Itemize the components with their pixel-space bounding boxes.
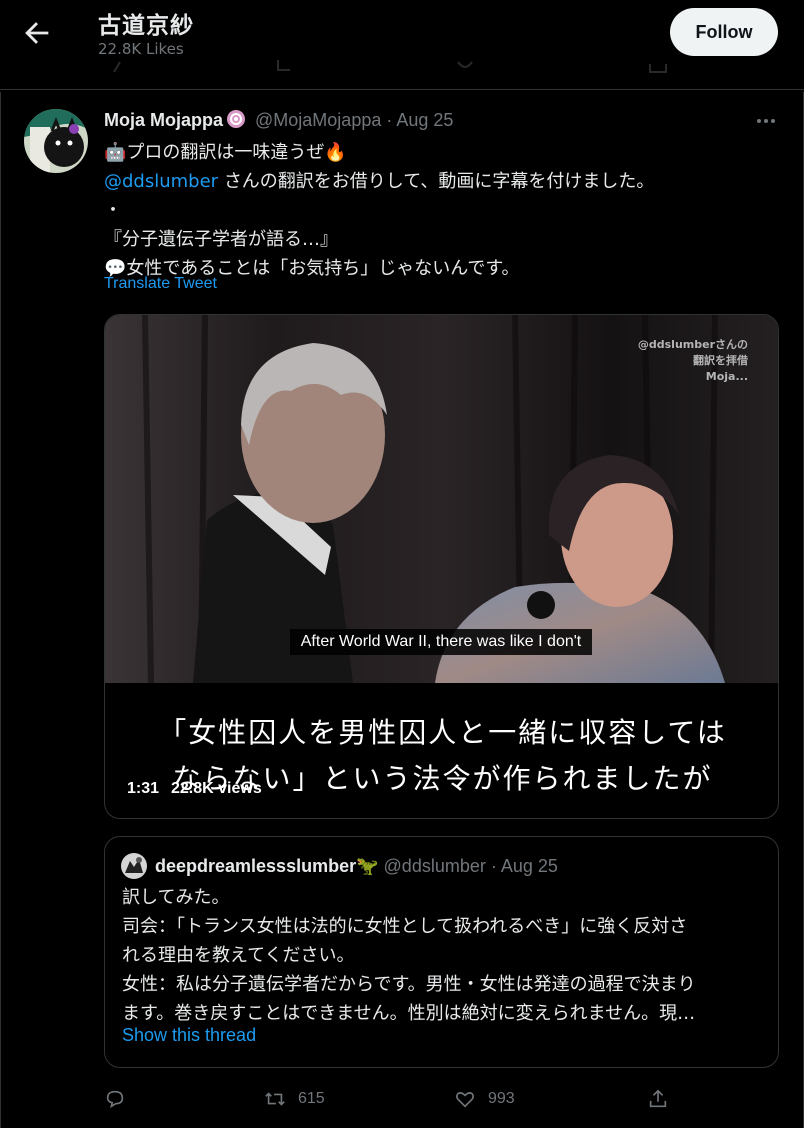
display-name[interactable]: Moja Mojappa — [104, 110, 223, 130]
separator-dot: · — [381, 110, 397, 130]
reply-button[interactable] — [104, 1084, 126, 1114]
tweet-date[interactable]: Aug 25 — [396, 110, 453, 130]
likes-count: 22.8K Likes — [98, 40, 184, 58]
quote-line: 訳してみた。 — [122, 887, 230, 908]
tweet-line: 『分子遺伝子学者が語る…』 — [104, 229, 338, 250]
retweet-button[interactable]: 615 — [264, 1084, 325, 1114]
heart-icon — [456, 1092, 474, 1108]
tweet-line-text: さんの翻訳をお借りして、動画に字幕を付けました。 — [223, 171, 655, 192]
quote-text: 訳してみた。 司会：「トランス女性は法的に女性として扱われるべき」に強く反対さ … — [122, 883, 772, 1028]
follow-button[interactable]: Follow — [670, 8, 778, 56]
like-count: 993 — [488, 1090, 515, 1107]
share-button[interactable] — [647, 1084, 669, 1114]
retweet-icon — [265, 1092, 285, 1106]
tweet-line: 🤖プロの翻訳は一味違うぜ🔥 — [104, 142, 347, 163]
quote-line: 司会：「トランス女性は法的に女性として扱われるべき」に強く反対さ — [122, 916, 688, 937]
reply-icon — [113, 61, 121, 73]
quote-line: ます。巻き戻すことはできません。性別は絶対に変えられません。現… — [122, 1003, 696, 1024]
quote-date[interactable]: Aug 25 — [501, 856, 558, 876]
reply-icon — [106, 1090, 124, 1109]
subtitle-line: 「女性囚人を男性囚人と一緒に収容しては — [158, 716, 727, 749]
tweet-actions: 615 993 — [104, 1084, 779, 1114]
watermark-line: 翻訳を拝借 — [693, 354, 748, 367]
profile-header: 古道京紗 22.8K Likes Follow — [0, 0, 804, 90]
video-player[interactable]: @ddslumberさんの 翻訳を拝借 Moja... After World … — [104, 314, 779, 819]
retweet-count: 615 — [298, 1090, 325, 1107]
video-views: 22.8K views — [171, 780, 262, 797]
user-handle[interactable]: @MojaMojappa — [255, 110, 381, 130]
watermark-line: @ddslumberさんの — [637, 338, 748, 351]
quote-display-name[interactable]: deepdreamlessslumber🦖 — [155, 856, 379, 876]
share-icon — [649, 64, 667, 73]
tweet-line: @ddslumber さんの翻訳をお借りして、動画に字幕を付けました。 — [104, 167, 784, 196]
retweet-icon — [277, 60, 290, 71]
quote-line: 女性：私は分子遺伝学者だからです。男性・女性は発達の過程で決まり — [122, 974, 696, 995]
share-icon — [649, 1089, 667, 1108]
show-thread-link[interactable]: Show this thread — [122, 1025, 256, 1046]
back-arrow-icon[interactable] — [20, 16, 54, 50]
tweet-text: 🤖プロの翻訳は一味違うぜ🔥 @ddslumber さんの翻訳をお借りして、動画に… — [104, 138, 784, 283]
quoted-tweet[interactable]: deepdreamlessslumber🦖 @ddslumber · Aug 2… — [104, 836, 779, 1068]
mention-link[interactable]: @ddslumber — [104, 171, 218, 192]
quote-avatar[interactable] — [121, 853, 147, 879]
tweet[interactable]: Moja Mojappa @MojaMojappa · Aug 25 🤖プロの翻訳… — [0, 92, 804, 1128]
tweet-header: Moja Mojappa @MojaMojappa · Aug 25 — [104, 109, 453, 131]
video-watermark: @ddslumberさんの 翻訳を拝借 Moja... — [638, 337, 748, 385]
quote-handle[interactable]: @ddslumber — [384, 856, 486, 876]
translate-tweet-link[interactable]: Translate Tweet — [104, 275, 217, 293]
quote-header: deepdreamlessslumber🦖 @ddslumber · Aug 2… — [155, 856, 558, 877]
tweet-line: ・ — [104, 200, 122, 221]
video-duration: 1:31 — [127, 780, 160, 797]
page-title: 古道京紗 — [98, 13, 194, 39]
quote-line: れる理由を教えてください。 — [122, 945, 355, 966]
heart-icon — [457, 61, 473, 68]
more-icon[interactable] — [753, 108, 779, 134]
separator-dot: · — [485, 856, 501, 876]
like-button[interactable]: 993 — [454, 1084, 515, 1114]
avatar[interactable] — [24, 109, 88, 173]
badge-icon — [227, 110, 246, 128]
watermark-line: Moja... — [705, 370, 748, 383]
english-subtitle: After World War II, there was like I don… — [290, 629, 592, 655]
